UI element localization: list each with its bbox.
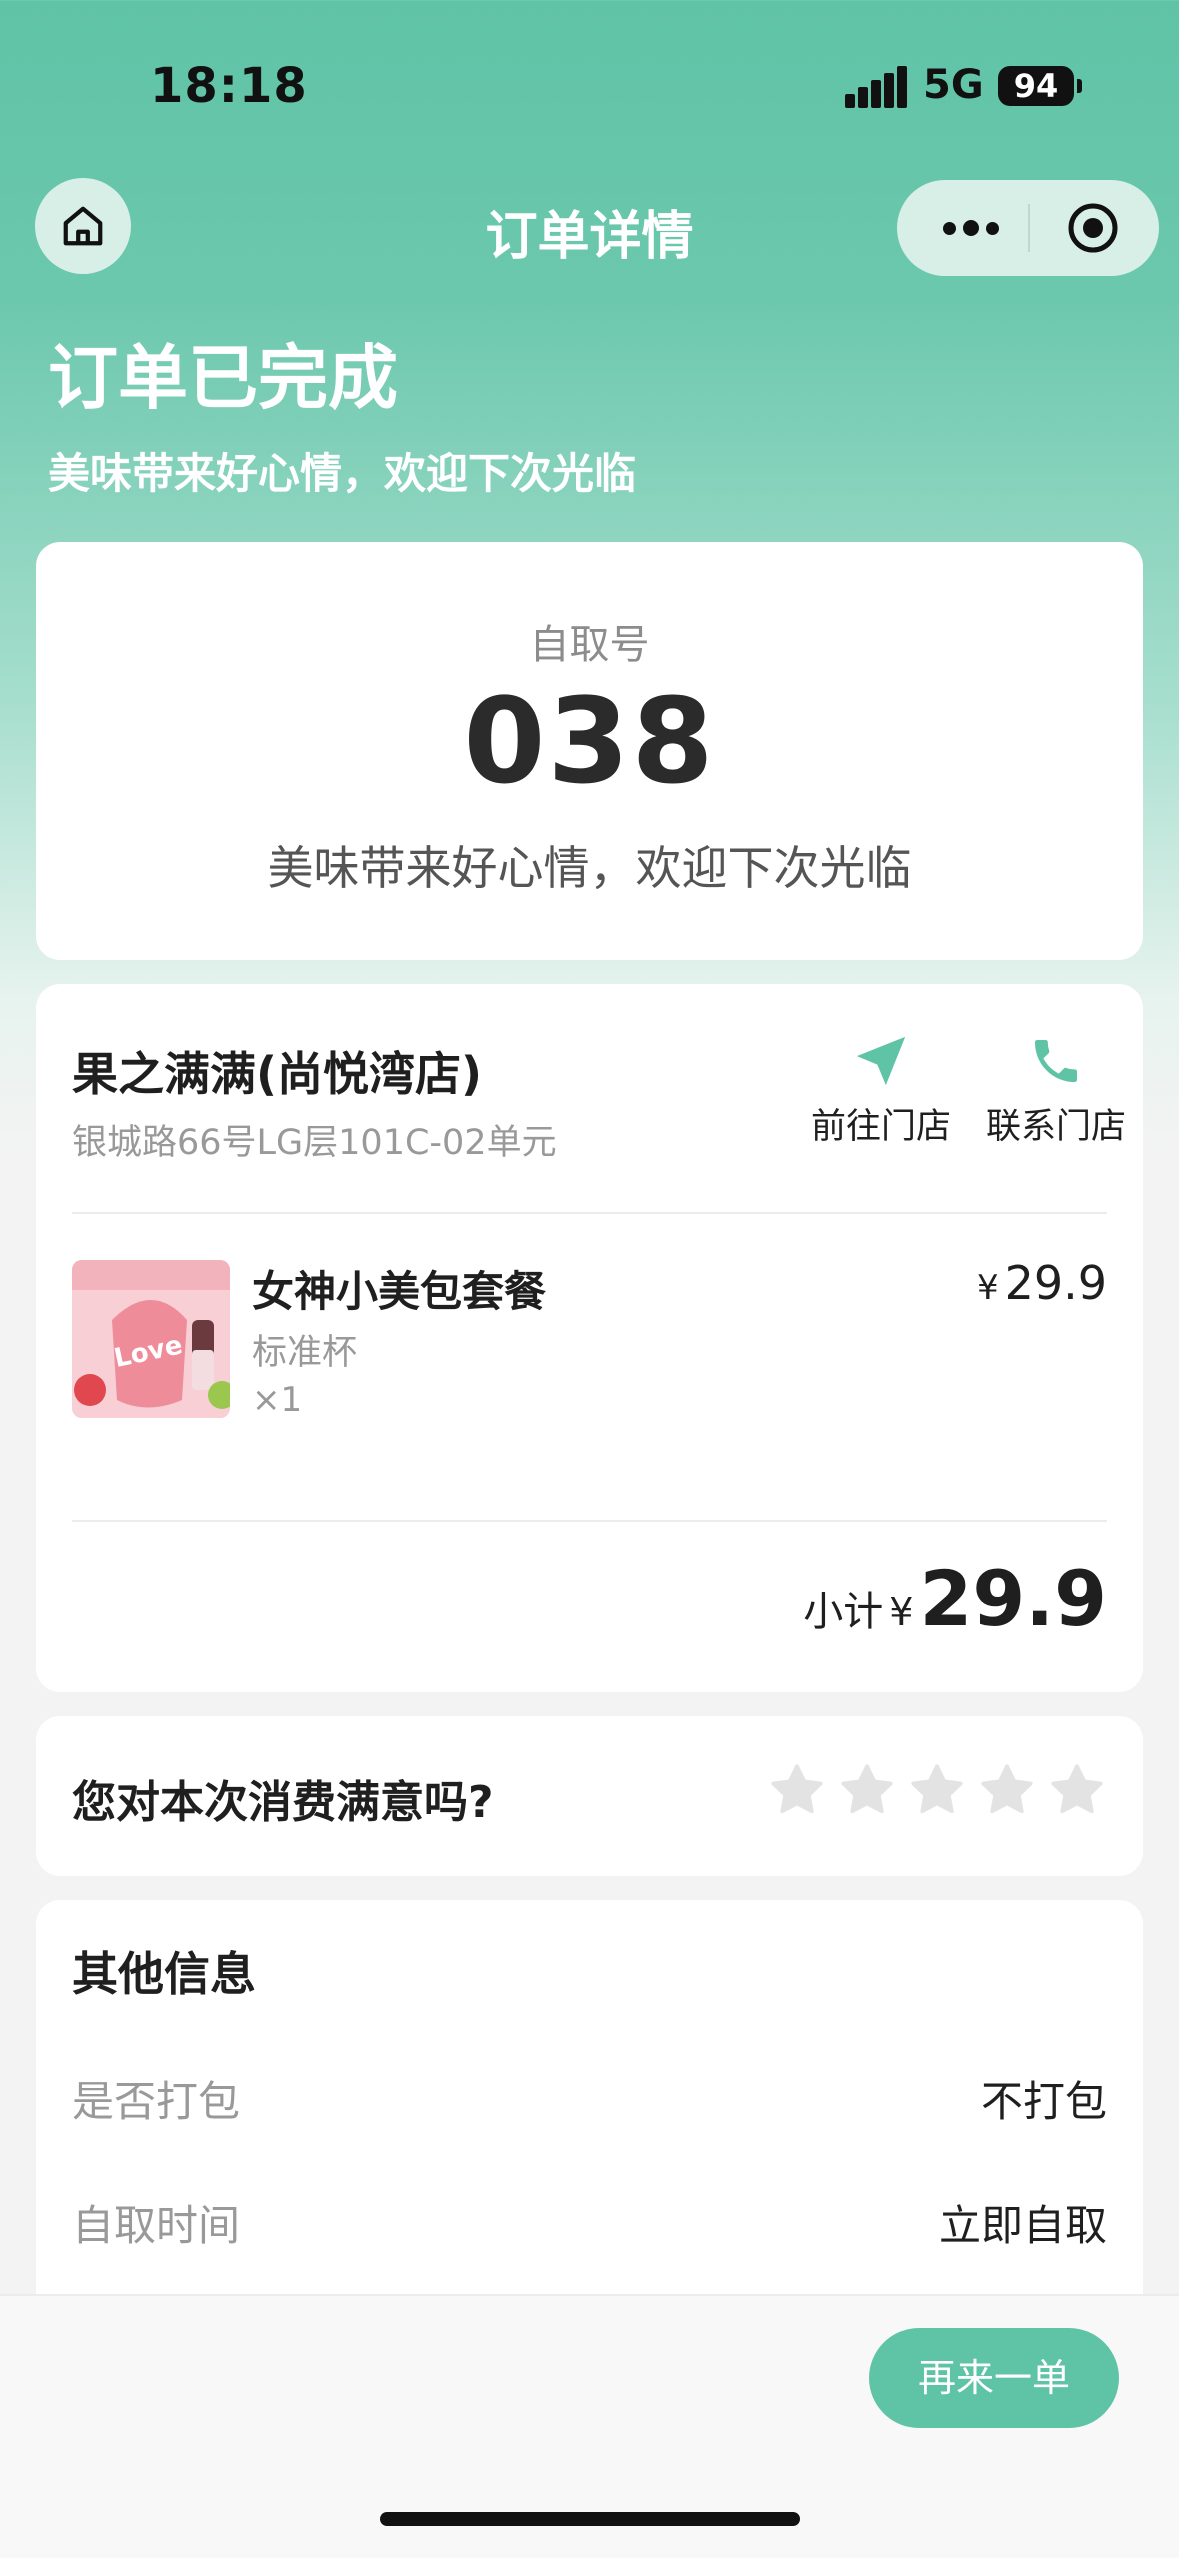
- rating-card: 您对本次消费满意吗?: [36, 1716, 1143, 1876]
- close-miniprogram-icon[interactable]: [1067, 202, 1119, 254]
- status-time: 18:18: [150, 58, 308, 114]
- phone-icon: [1035, 1040, 1077, 1082]
- contact-label: 联系门店: [985, 1107, 1126, 1147]
- signal-icon: [845, 66, 907, 108]
- network-label: 5G: [923, 62, 984, 108]
- more-button[interactable]: [935, 204, 1007, 252]
- product-name: 女神小美包套餐: [252, 1267, 547, 1316]
- navigate-to-store-button[interactable]: 前往门店: [796, 1028, 966, 1149]
- home-indicator[interactable]: [380, 2512, 800, 2526]
- reorder-button[interactable]: 再来一单: [869, 2328, 1119, 2428]
- subtotal-label: 小计: [803, 1589, 884, 1635]
- product-price: ¥29.9: [977, 1256, 1107, 1310]
- battery-icon: 94: [998, 66, 1074, 106]
- order-card: 果之满满(尚悦湾店) 银城路66号LG层101C-02单元 前往门店 联系门店 …: [36, 984, 1143, 1692]
- product-quantity: ×1: [252, 1380, 303, 1420]
- contact-store-button[interactable]: 联系门店: [971, 1028, 1141, 1149]
- pickup-card: 自取号 038 美味带来好心情，欢迎下次光临: [36, 542, 1143, 960]
- pickup-message: 美味带来好心情，欢迎下次光临: [267, 841, 912, 895]
- subtotal-amount: 29.9: [919, 1554, 1107, 1643]
- capsule-divider: [1028, 204, 1030, 252]
- currency-symbol: ¥: [976, 1268, 999, 1308]
- order-status-title: 订单已完成: [48, 337, 398, 419]
- info-row-value: 立即自取: [938, 2201, 1107, 2250]
- star-icon[interactable]: [1047, 1760, 1107, 1820]
- star-icon[interactable]: [977, 1760, 1037, 1820]
- star-icon[interactable]: [837, 1760, 897, 1820]
- pickup-label: 自取号: [529, 622, 650, 668]
- currency-symbol: ¥: [889, 1590, 914, 1634]
- other-info-title: 其他信息: [72, 1947, 256, 2001]
- mini-program-capsule: [897, 180, 1159, 276]
- product-spec: 标准杯: [252, 1333, 358, 1373]
- store-name: 果之满满(尚悦湾店): [72, 1047, 483, 1101]
- info-row-key: 是否打包: [72, 2077, 241, 2126]
- star-icon[interactable]: [907, 1760, 967, 1820]
- divider: [72, 1520, 1107, 1522]
- divider: [72, 1212, 1107, 1214]
- product-image: Love: [72, 1260, 230, 1418]
- bottom-action-bar: 再来一单: [0, 2294, 1179, 2558]
- product-price-value: 29.9: [1004, 1256, 1107, 1310]
- info-row-key: 自取时间: [72, 2201, 241, 2250]
- store-address: 银城路66号LG层101C-02单元: [72, 1123, 557, 1163]
- pickup-number: 038: [463, 672, 716, 810]
- other-info-card: 其他信息 是否打包 不打包 自取时间 立即自取: [36, 1900, 1143, 2320]
- more-dot-icon: [943, 221, 956, 235]
- more-dot-icon: [963, 220, 979, 236]
- order-status-subtitle: 美味带来好心情，欢迎下次光临: [48, 449, 637, 498]
- more-dot-icon: [986, 221, 999, 235]
- star-icon[interactable]: [767, 1760, 827, 1820]
- navigation-arrow-icon: [856, 1036, 906, 1086]
- info-row-value: 不打包: [980, 2077, 1107, 2126]
- star-rating: [767, 1760, 1107, 1820]
- battery-cap: [1077, 79, 1082, 93]
- subtotal: 小计 ¥ 29.9: [803, 1554, 1107, 1643]
- navigate-label: 前往门店: [810, 1107, 951, 1147]
- rating-question: 您对本次消费满意吗?: [72, 1777, 494, 1828]
